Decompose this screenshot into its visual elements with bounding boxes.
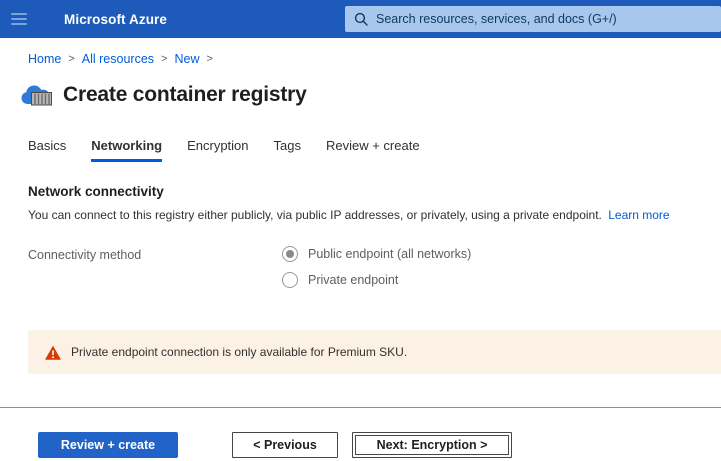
- previous-button[interactable]: < Previous: [232, 432, 338, 458]
- breadcrumb: Home > All resources > New >: [28, 51, 721, 66]
- breadcrumb-separator: >: [68, 53, 74, 65]
- tab-review-create[interactable]: Review + create: [326, 138, 420, 162]
- breadcrumb-new[interactable]: New: [174, 52, 199, 66]
- radio-button-public-endpoint[interactable]: [282, 246, 298, 262]
- search-input[interactable]: [376, 12, 721, 26]
- radio-button-private-endpoint[interactable]: [282, 272, 298, 288]
- section-description-text: You can connect to this registry either …: [28, 208, 602, 222]
- tab-bar: Basics Networking Encryption Tags Review…: [28, 138, 721, 162]
- radio-option-public-endpoint[interactable]: Public endpoint (all networks): [282, 246, 471, 262]
- azure-brand-title[interactable]: Microsoft Azure: [64, 12, 167, 27]
- radio-option-private-endpoint[interactable]: Private endpoint: [282, 272, 471, 288]
- breadcrumb-home[interactable]: Home: [28, 52, 61, 66]
- breadcrumb-all-resources[interactable]: All resources: [82, 52, 154, 66]
- tab-networking[interactable]: Networking: [91, 138, 162, 162]
- section-description: You can connect to this registry either …: [28, 208, 721, 222]
- breadcrumb-separator: >: [161, 53, 167, 65]
- connectivity-method-radio-group: Public endpoint (all networks) Private e…: [282, 246, 471, 288]
- radio-label-private-endpoint: Private endpoint: [308, 273, 398, 287]
- container-registry-icon: [20, 80, 54, 110]
- hamburger-menu-icon[interactable]: [11, 13, 27, 25]
- next-encryption-button[interactable]: Next: Encryption >: [352, 432, 512, 458]
- warning-banner: Private endpoint connection is only avai…: [28, 330, 721, 374]
- warning-message: Private endpoint connection is only avai…: [71, 345, 407, 359]
- warning-triangle-icon: [45, 345, 61, 360]
- review-create-button[interactable]: Review + create: [38, 432, 178, 458]
- page-title: Create container registry: [63, 83, 307, 107]
- tab-basics[interactable]: Basics: [28, 138, 66, 162]
- learn-more-link[interactable]: Learn more: [608, 208, 669, 222]
- page-header: Create container registry: [20, 79, 721, 111]
- footer-button-bar: Review + create < Previous Next: Encrypt…: [0, 408, 721, 458]
- global-search-box[interactable]: [345, 6, 721, 32]
- tab-encryption[interactable]: Encryption: [187, 138, 248, 162]
- search-icon: [354, 12, 368, 26]
- connectivity-method-label: Connectivity method: [28, 246, 282, 288]
- section-heading-network-connectivity: Network connectivity: [28, 184, 721, 199]
- breadcrumb-separator: >: [206, 53, 212, 65]
- connectivity-method-row: Connectivity method Public endpoint (all…: [28, 246, 721, 288]
- top-bar: Microsoft Azure: [0, 0, 721, 38]
- tab-tags[interactable]: Tags: [274, 138, 301, 162]
- radio-label-public-endpoint: Public endpoint (all networks): [308, 247, 471, 261]
